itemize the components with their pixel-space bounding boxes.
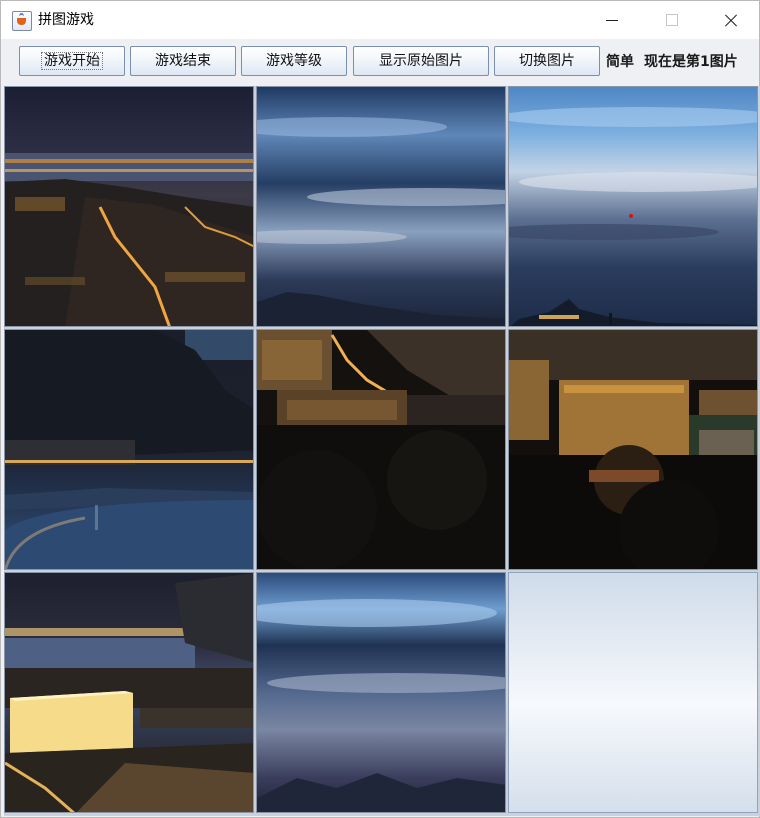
empty-puzzle-slot[interactable] [508,572,758,813]
toolbar: 游戏开始 游戏结束 游戏等级 显示原始图片 切换图片 简单 现在是第1图片 [1,39,759,85]
puzzle-board [4,86,760,816]
image-status-label: 现在是第1图片 [644,54,738,70]
java-cup-icon [12,11,32,31]
show-original-image-button[interactable]: 显示原始图片 [353,46,489,76]
window-title: 拼图游戏 [38,12,94,28]
start-game-button[interactable]: 游戏开始 [19,46,125,76]
puzzle-tile-8[interactable] [256,572,506,813]
puzzle-tile-5[interactable] [256,329,506,570]
title-bar[interactable]: 拼图游戏 [1,1,759,39]
puzzle-tile-3[interactable] [508,86,758,327]
puzzle-tile-4[interactable] [4,329,254,570]
minimize-button[interactable] [584,1,642,39]
level-label: 简单 [606,54,634,70]
puzzle-tile-2[interactable] [256,86,506,327]
switch-image-button[interactable]: 切换图片 [494,46,600,76]
puzzle-tile-7[interactable] [4,572,254,813]
end-game-button[interactable]: 游戏结束 [130,46,236,76]
maximize-button[interactable] [642,1,700,39]
game-level-button[interactable]: 游戏等级 [241,46,347,76]
close-button[interactable] [701,1,759,39]
puzzle-tile-1[interactable] [4,86,254,327]
puzzle-tile-6[interactable] [508,329,758,570]
marker-dot [629,214,633,218]
puzzle-game-window: 拼图游戏 游戏开始 游戏结束 游戏等级 显示原始图片 切换图片 简单 现在是第1… [0,0,760,818]
